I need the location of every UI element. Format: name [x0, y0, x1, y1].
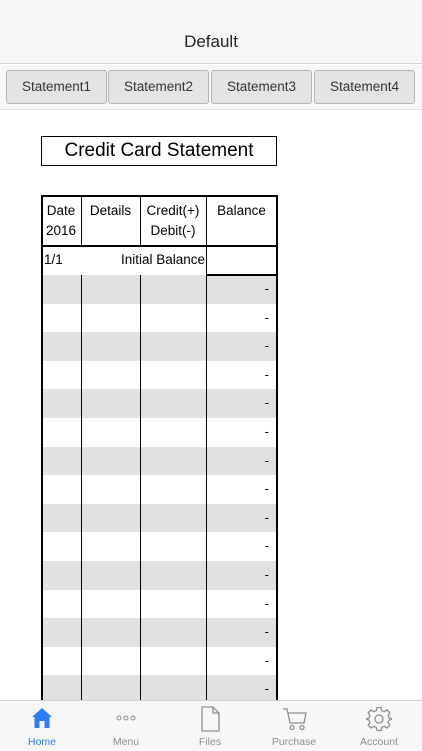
table-row[interactable] [41, 446, 277, 476]
header-balance: Balance [206, 201, 277, 221]
header-bottom-border [41, 245, 277, 247]
navigation-bar: Default [0, 0, 422, 64]
tab-account-label: Account [360, 736, 398, 748]
initial-balance-cell[interactable] [207, 246, 276, 274]
balance-value: - [264, 481, 269, 497]
col-line-details-header [140, 195, 141, 246]
balance-value: - [264, 681, 269, 697]
segment-statement3[interactable]: Statement3 [211, 70, 312, 104]
header-debit-line: Debit(-) [150, 223, 196, 238]
tab-purchase[interactable]: Purchase [252, 701, 336, 751]
balance-value: - [264, 595, 269, 611]
col-line-left [41, 195, 43, 705]
balance-value: - [264, 652, 269, 668]
balance-value: - [264, 452, 269, 468]
balance-value: - [264, 366, 269, 382]
file-icon [201, 706, 220, 732]
initial-row-date: 1/1 [44, 252, 63, 267]
tab-files[interactable]: Files [168, 701, 252, 751]
tab-menu-label: Menu [112, 736, 140, 748]
header-credit-debit: Credit(+) Debit(-) [140, 201, 206, 241]
table-row[interactable] [41, 361, 277, 390]
tab-menu[interactable]: Menu [84, 701, 168, 751]
more-dots-icon [116, 715, 136, 721]
segment-statement4[interactable]: Statement4 [314, 70, 415, 104]
table-row[interactable] [41, 389, 277, 418]
tab-home-label: Home [27, 736, 56, 748]
balance-value: - [264, 509, 269, 525]
tab-files-label: Files [198, 736, 222, 748]
table-row[interactable] [41, 418, 277, 447]
statement-table: Date 2016 Details Credit(+) Debit(-) Bal… [41, 195, 278, 705]
balance-value: - [264, 424, 269, 439]
table-row[interactable] [41, 275, 277, 304]
gear-icon [366, 706, 392, 732]
balance-value: - [264, 538, 269, 554]
col-line-date [81, 275, 82, 705]
statement-segmented-control: Statement1 Statement2 Statement3 Stateme… [0, 65, 422, 110]
initial-balance-bottom-border [206, 274, 277, 276]
col-line-details [140, 275, 141, 705]
segment-statement2[interactable]: Statement2 [108, 70, 209, 104]
cart-icon [283, 708, 307, 731]
balance-value: - [264, 395, 269, 411]
table-row[interactable] [41, 618, 277, 647]
header-details-line1: Details [89, 203, 132, 218]
tab-account[interactable]: Account [336, 701, 422, 751]
table-row[interactable] [41, 503, 277, 533]
header-date: Date 2016 [41, 201, 81, 241]
table-row[interactable] [41, 590, 277, 619]
balance-value: - [264, 338, 269, 354]
home-icon [32, 708, 52, 728]
header-date-line1: Date [46, 203, 76, 218]
header-date-line2: 2016 [45, 223, 77, 238]
statement-title: Credit Card Statement [41, 136, 277, 166]
table-row[interactable] [41, 332, 277, 361]
tab-bar: Home Menu Files Purchase Account [0, 700, 422, 750]
page-title: Default [184, 32, 238, 51]
table-row[interactable] [41, 532, 277, 561]
table-top-border [41, 195, 277, 197]
initial-row-label: Initial Balance [120, 252, 205, 267]
segment-statement1[interactable]: Statement1 [6, 70, 107, 104]
balance-value: - [264, 309, 269, 325]
table-row[interactable] [41, 475, 277, 504]
table-row[interactable] [41, 561, 277, 590]
tab-home[interactable]: Home [0, 701, 84, 751]
balance-value: - [264, 281, 269, 296]
col-line-date-header [81, 195, 82, 246]
tab-purchase-label: Purchase [271, 736, 317, 748]
table-row[interactable] [41, 647, 277, 676]
header-credit-line: Credit(+) [146, 203, 200, 218]
balance-value: - [264, 567, 269, 582]
balance-value: - [264, 624, 269, 640]
header-details: Details [81, 201, 140, 221]
table-row[interactable] [41, 304, 277, 333]
col-line-credit [206, 195, 207, 705]
header-balance-line1: Balance [217, 203, 266, 218]
col-line-right [276, 195, 278, 705]
